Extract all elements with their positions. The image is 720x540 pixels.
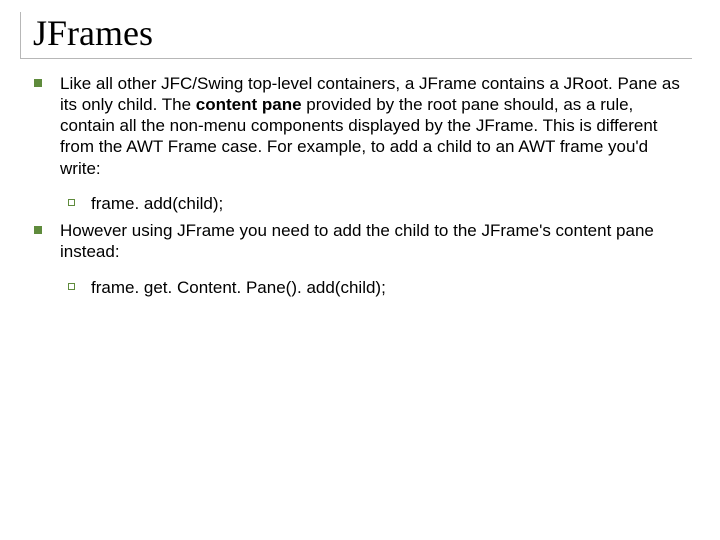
sub-bullet-text: frame. get. Content. Pane(). add(child); xyxy=(91,277,692,298)
sub-bullet-item: frame. get. Content. Pane(). add(child); xyxy=(68,277,692,298)
bullet-item: However using JFrame you need to add the… xyxy=(34,220,692,263)
bullet-item: Like all other JFC/Swing top-level conta… xyxy=(34,73,692,179)
text-bold: content pane xyxy=(196,95,302,114)
square-bullet-icon xyxy=(34,226,42,234)
title-container: JFrames xyxy=(20,12,692,59)
bullet-text: However using JFrame you need to add the… xyxy=(60,220,692,263)
slide: JFrames Like all other JFC/Swing top-lev… xyxy=(0,0,720,540)
hollow-square-bullet-icon xyxy=(68,199,75,206)
slide-title: JFrames xyxy=(33,14,692,54)
sub-bullet-text: frame. add(child); xyxy=(91,193,692,214)
hollow-square-bullet-icon xyxy=(68,283,75,290)
slide-body: Like all other JFC/Swing top-level conta… xyxy=(20,73,692,298)
square-bullet-icon xyxy=(34,79,42,87)
sub-bullet-item: frame. add(child); xyxy=(68,193,692,214)
bullet-text: Like all other JFC/Swing top-level conta… xyxy=(60,73,692,179)
